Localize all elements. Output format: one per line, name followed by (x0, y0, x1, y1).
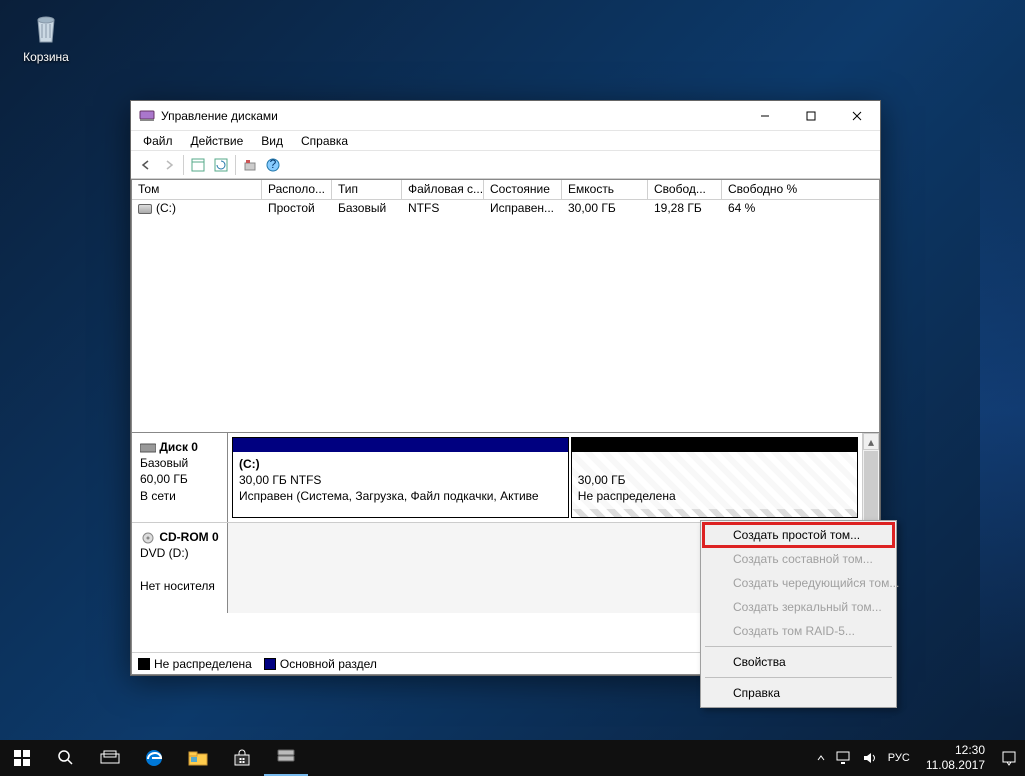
disk-icon (140, 442, 156, 454)
col-volume[interactable]: Том (132, 180, 262, 199)
settings-icon[interactable] (239, 154, 261, 176)
disk-row: Диск 0 Базовый 60,00 ГБ В сети (C:) 30,0… (132, 433, 862, 523)
forward-button[interactable] (158, 154, 180, 176)
recycle-bin-icon (26, 8, 66, 48)
menu-view[interactable]: Вид (253, 132, 291, 150)
close-button[interactable] (834, 101, 880, 131)
col-free[interactable]: Свобод... (648, 180, 722, 199)
toolbar: ? (131, 151, 880, 179)
network-icon[interactable] (836, 751, 852, 765)
explorer-button[interactable] (176, 740, 220, 776)
drive-icon (138, 204, 152, 214)
disk-info[interactable]: CD-ROM 0 DVD (D:) Нет носителя (132, 523, 228, 613)
disk-info[interactable]: Диск 0 Базовый 60,00 ГБ В сети (132, 433, 228, 522)
back-button[interactable] (135, 154, 157, 176)
col-type[interactable]: Тип (332, 180, 402, 199)
col-layout[interactable]: Располо... (262, 180, 332, 199)
volume-list-header[interactable]: Том Располо... Тип Файловая с... Состоян… (132, 180, 879, 200)
edge-button[interactable] (132, 740, 176, 776)
notifications-icon[interactable] (1001, 750, 1017, 766)
menu-create-simple-volume[interactable]: Создать простой том... (703, 523, 894, 547)
language-indicator[interactable]: РУС (888, 752, 910, 764)
volume-list[interactable]: Том Располо... Тип Файловая с... Состоян… (131, 179, 880, 433)
diskmgmt-taskbar-button[interactable] (264, 740, 308, 776)
system-tray: РУС 12:30 11.08.2017 (816, 743, 1025, 773)
edge-icon (145, 749, 163, 767)
menu-create-mirrored-volume: Создать зеркальный том... (703, 595, 894, 619)
store-icon (233, 749, 251, 767)
menu-create-striped-volume: Создать чередующийся том... (703, 571, 894, 595)
windows-icon (14, 750, 30, 766)
col-status[interactable]: Состояние (484, 180, 562, 199)
volume-icon[interactable] (862, 751, 878, 765)
app-icon (139, 108, 155, 124)
col-fs[interactable]: Файловая с... (402, 180, 484, 199)
recycle-bin-label: Корзина (23, 50, 69, 64)
window-title: Управление дисками (161, 109, 742, 123)
taskbar: РУС 12:30 11.08.2017 (0, 740, 1025, 776)
col-capacity[interactable]: Емкость (562, 180, 648, 199)
search-icon (57, 749, 75, 767)
cdrom-icon (140, 532, 156, 544)
store-button[interactable] (220, 740, 264, 776)
folder-icon (188, 750, 208, 766)
refresh-icon[interactable] (210, 154, 232, 176)
maximize-button[interactable] (788, 101, 834, 131)
task-view-button[interactable] (88, 740, 132, 776)
start-button[interactable] (0, 740, 44, 776)
menu-action[interactable]: Действие (183, 132, 252, 150)
disk-stack-icon (276, 748, 296, 766)
table-row[interactable]: (C:) Простой Базовый NTFS Исправен... 30… (132, 200, 879, 218)
view-icon[interactable] (187, 154, 209, 176)
search-button[interactable] (44, 740, 88, 776)
clock[interactable]: 12:30 11.08.2017 (920, 743, 991, 773)
task-view-icon (100, 750, 120, 766)
partition-primary[interactable]: (C:) 30,00 ГБ NTFS Исправен (Система, За… (232, 437, 569, 518)
context-menu: Создать простой том... Создать составной… (700, 520, 897, 708)
menubar: Файл Действие Вид Справка (131, 131, 880, 151)
scroll-thumb[interactable] (864, 451, 878, 531)
menu-file[interactable]: Файл (135, 132, 181, 150)
menu-create-spanned-volume: Создать составной том... (703, 547, 894, 571)
menu-help[interactable]: Справка (703, 681, 894, 705)
menu-properties[interactable]: Свойства (703, 650, 894, 674)
partition-unallocated[interactable]: 30,00 ГБ Не распределена (571, 437, 858, 518)
tray-chevron-icon[interactable] (816, 753, 826, 763)
help-icon[interactable]: ? (262, 154, 284, 176)
titlebar[interactable]: Управление дисками (131, 101, 880, 131)
minimize-button[interactable] (742, 101, 788, 131)
svg-text:?: ? (270, 158, 277, 171)
menu-help[interactable]: Справка (293, 132, 356, 150)
col-freepct[interactable]: Свободно % (722, 180, 814, 199)
menu-create-raid5-volume: Создать том RAID-5... (703, 619, 894, 643)
scroll-up-icon[interactable]: ▴ (863, 433, 879, 450)
recycle-bin[interactable]: Корзина (18, 8, 74, 64)
